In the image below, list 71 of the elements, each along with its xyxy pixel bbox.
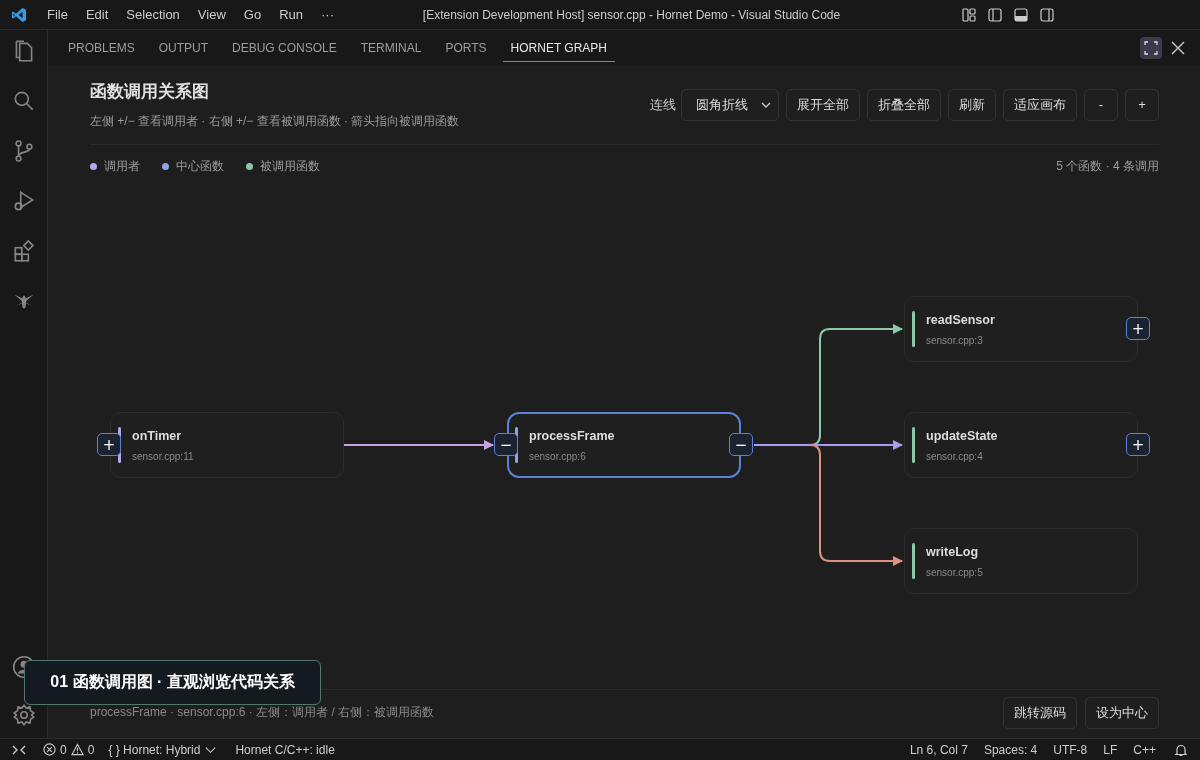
problems-status[interactable]: 0 0 <box>43 742 95 757</box>
function-name: updateState <box>926 428 998 443</box>
function-name: onTimer <box>132 428 183 443</box>
legend-label: 中心函数 <box>176 157 224 175</box>
legend-label: 被调用函数 <box>260 157 320 175</box>
expand-callees-button[interactable]: + <box>1126 317 1150 340</box>
caption-banner: 01 函数调用图 · 直观浏览代码关系 <box>24 660 321 705</box>
accent-bar <box>912 427 915 463</box>
menu-item[interactable]: View <box>189 7 234 22</box>
maximize-icon <box>1143 39 1159 56</box>
panel-tab[interactable]: PROBLEMS <box>60 33 143 62</box>
function-node[interactable]: writeLog sensor.cpp:5 <box>904 528 1138 594</box>
graph-stats: 5 个函数 · 4 条调用 <box>1056 157 1159 175</box>
function-name: processFrame <box>529 428 615 443</box>
panel-tab[interactable]: OUTPUT <box>150 33 217 62</box>
file-location: sensor.cpp:6 <box>529 450 587 462</box>
action-button[interactable]: 跳转源码 <box>1003 696 1077 729</box>
sidebar-toggle-icon[interactable] <box>987 6 1003 23</box>
view-subtitle: 左侧 +/− 查看调用者 · 右侧 +/− 查看被调用函数 · 箭头指向被调用函数 <box>90 112 460 130</box>
toolbar-button[interactable]: 折叠全部 <box>867 88 941 121</box>
status-item[interactable]: UTF-8 <box>1047 742 1094 757</box>
toolbar-button[interactable]: 适应画布 <box>1003 88 1077 121</box>
toolbar-button[interactable]: 展开全部 <box>786 88 860 121</box>
menu-item[interactable]: Edit <box>77 7 117 22</box>
panel-tab[interactable]: DEBUG CONSOLE <box>224 33 345 62</box>
engine-status[interactable]: Hornet C/C++: idle <box>229 742 341 757</box>
status-item[interactable]: Ln 6, Col 7 <box>903 742 974 757</box>
action-button[interactable]: 设为中心 <box>1085 696 1159 729</box>
expand-callers-button[interactable]: − <box>494 433 518 456</box>
accent-bar <box>912 543 915 579</box>
panel-tab[interactable]: TERMINAL <box>352 33 430 62</box>
file-location: sensor.cpp:4 <box>926 450 984 462</box>
edge-style-dropdown[interactable]: 圆角折线 <box>681 88 779 121</box>
close-icon[interactable] <box>1170 39 1186 56</box>
file-location: sensor.cpp:3 <box>926 334 984 346</box>
secondary-sidebar-icon[interactable] <box>1039 6 1055 23</box>
selection-detail: processFrame · sensor.cpp:6 · 左侧：调用者 / 右侧：被调用函数 <box>90 704 435 721</box>
toolbar-button[interactable]: - <box>1084 88 1118 121</box>
expand-callees-button[interactable]: − <box>729 433 753 456</box>
menu-item[interactable]: File <box>39 7 76 22</box>
accent-bar <box>912 311 915 347</box>
app-logo-icon <box>11 6 27 23</box>
panel-toggle-icon[interactable] <box>1013 6 1029 23</box>
window-title: [Extension Development Host] sensor.cpp - Hornet Demo - Visual Studio Code <box>421 7 842 22</box>
expand-callers-button[interactable]: + <box>97 433 121 456</box>
maximize-button[interactable] <box>1140 36 1162 59</box>
warning-icon <box>70 743 84 756</box>
toolbar-button[interactable]: + <box>1125 88 1159 121</box>
menu-item[interactable]: Selection <box>118 7 188 22</box>
panel-tab[interactable]: PORTS <box>437 33 495 62</box>
settings-icon[interactable] <box>10 702 37 728</box>
layout-icon[interactable] <box>961 6 977 23</box>
function-name: writeLog <box>926 544 980 559</box>
status-item[interactable]: C++ <box>1127 742 1162 757</box>
bell-icon[interactable] <box>1174 742 1188 757</box>
menu-item[interactable]: Go <box>235 7 270 22</box>
toolbar-button[interactable]: 刷新 <box>948 88 996 121</box>
view-title: 函数调用关系图 <box>90 80 210 103</box>
menu-item[interactable]: ··· <box>313 7 342 22</box>
expand-callees-button[interactable]: + <box>1126 433 1150 456</box>
error-icon <box>43 743 56 756</box>
file-location: sensor.cpp:11 <box>132 450 194 462</box>
status-item[interactable]: Spaces: 4 <box>977 742 1044 757</box>
legend-label: 调用者 <box>104 157 140 175</box>
status-item[interactable]: LF <box>1097 742 1124 757</box>
function-name: readSensor <box>926 312 995 327</box>
menu-item[interactable]: Run <box>271 7 311 22</box>
panel-tab[interactable]: HORNET GRAPH <box>502 33 615 62</box>
file-location: sensor.cpp:5 <box>926 566 983 578</box>
mode-status[interactable]: { } Hornet: Hybrid <box>108 742 218 757</box>
edge-style-label: 连线 <box>650 95 676 114</box>
